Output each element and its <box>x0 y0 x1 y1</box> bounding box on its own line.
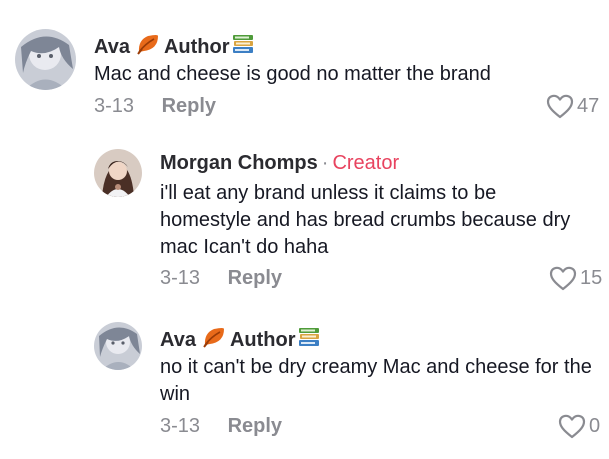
comment-date: 3-13 <box>94 95 135 117</box>
author-badge: Author <box>229 328 296 351</box>
reply-button[interactable]: Reply <box>162 95 216 117</box>
reply-button[interactable]: Reply <box>228 267 282 289</box>
like-count: 0 <box>589 415 601 437</box>
author-badge: Author <box>163 35 230 58</box>
books-emoji-icon <box>298 327 320 353</box>
like-button[interactable]: 0 <box>558 414 600 439</box>
like-button[interactable]: 47 <box>546 94 599 119</box>
avatar[interactable] <box>94 149 142 197</box>
leaf-emoji-icon <box>136 33 160 61</box>
like-button[interactable]: 15 <box>549 266 602 291</box>
creator-badge: Creator <box>332 152 400 174</box>
username[interactable]: Ava <box>160 329 196 352</box>
comment-text: Mac and cheese is good no matter the bra… <box>94 63 491 85</box>
comment-header: Ava Author <box>94 33 258 61</box>
like-count: 47 <box>577 95 600 117</box>
comment-meta: 3-13 Reply <box>160 267 282 290</box>
comment-header: Morgan Chomps · Creator <box>160 152 399 175</box>
comment-header: Ava Author <box>160 326 324 354</box>
reply-button[interactable]: Reply <box>228 415 282 437</box>
leaf-emoji-icon <box>202 326 226 354</box>
comment-meta: 3-13 Reply <box>94 95 216 118</box>
heart-outline-icon <box>549 266 577 291</box>
comment-text: no it can't be dry creamy Mac and cheese… <box>160 356 592 405</box>
username[interactable]: Morgan Chomps <box>160 152 318 175</box>
heart-outline-icon <box>546 94 574 119</box>
comment-date: 3-13 <box>160 415 201 437</box>
comment-date: 3-13 <box>160 267 201 289</box>
comment-text: i'll eat any brand unless it claims to b… <box>160 182 571 258</box>
heart-outline-icon <box>558 414 586 439</box>
like-count: 15 <box>580 267 603 289</box>
avatar[interactable] <box>94 322 142 370</box>
comment-meta: 3-13 Reply <box>160 415 282 438</box>
books-emoji-icon <box>232 34 254 60</box>
avatar[interactable] <box>15 29 76 90</box>
separator-dot: · <box>321 152 329 174</box>
username[interactable]: Ava <box>94 36 130 59</box>
